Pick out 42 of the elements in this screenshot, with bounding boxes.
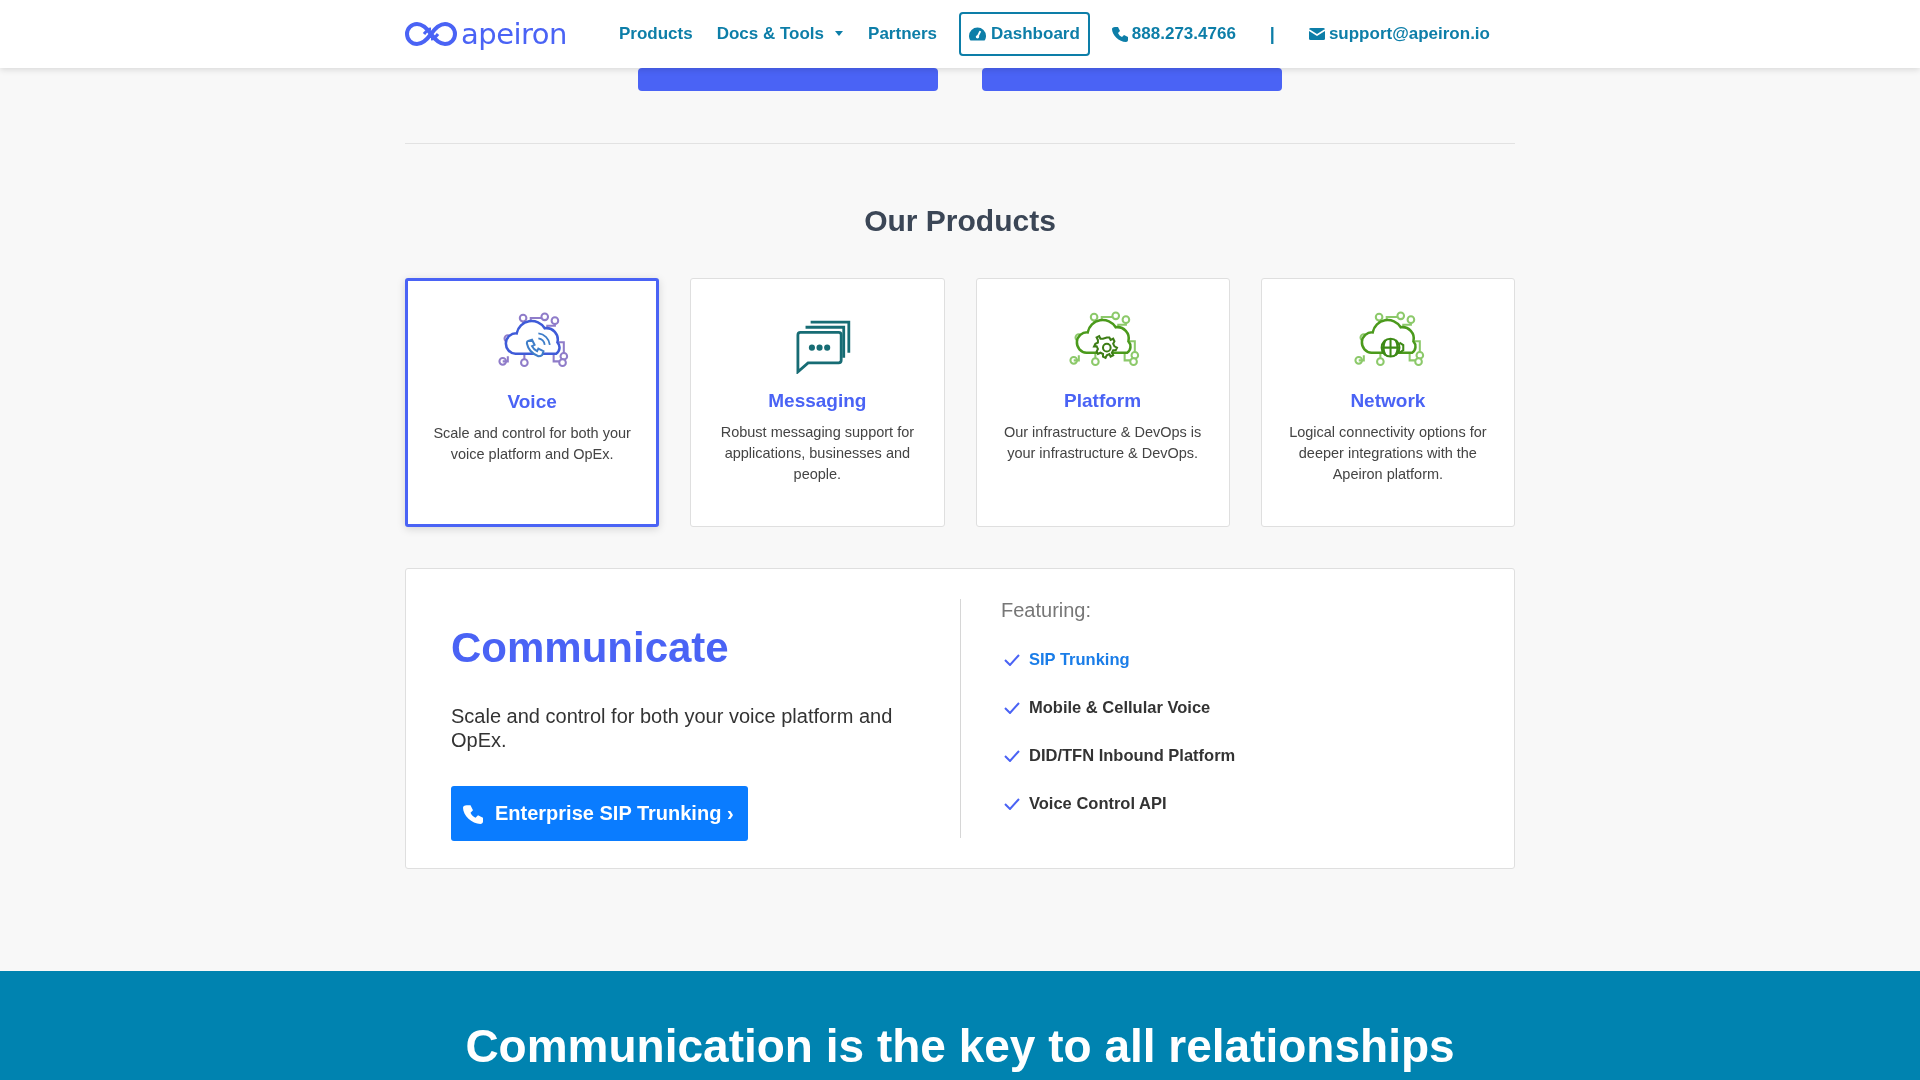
- check-icon: [1004, 749, 1020, 762]
- card-description: Scale and control for both your voice platform and OpEx.: [432, 424, 632, 464]
- product-card[interactable]: Messaging Robust messaging support for applications, businesses and people.: [690, 278, 945, 527]
- product-card[interactable]: Voice Scale and control for both your voice platform and OpEx.: [405, 278, 660, 527]
- featuring-label: Featuring:: [1001, 599, 1093, 622]
- envelope-icon: [1308, 26, 1325, 42]
- product-card[interactable]: Platform Our infrastructure & DevOps is your infrastructure & DevOps.: [975, 278, 1230, 527]
- enterprise-sip-trunking-button[interactable]: Enterprise SIP Trunking ›: [451, 786, 748, 841]
- panel-description: Scale and control for both your voice platform and OpEx.: [451, 704, 894, 752]
- product-card[interactable]: Network Logical connectivity options for deeper integrations with the Apeiron platform.: [1260, 278, 1515, 527]
- separator: |: [1269, 23, 1275, 45]
- dashboard-button[interactable]: Dashboard: [959, 12, 1090, 56]
- gauge-icon: [969, 27, 987, 41]
- logo[interactable]: apeiron: [405, 17, 567, 51]
- card-title: Messaging: [768, 390, 867, 412]
- hero-button[interactable]: [638, 68, 938, 91]
- feature-link[interactable]: SIP Trunking: [1029, 650, 1130, 669]
- card-title: Network: [1350, 390, 1426, 412]
- feature-item: DID/TFN Inbound Platform: [1029, 746, 1236, 765]
- card-description: Logical connectivity options for deeper integrations with the Apeiron platform.: [1288, 423, 1488, 484]
- hero-button[interactable]: [982, 68, 1282, 91]
- section-title: Our Products: [863, 204, 1057, 238]
- nav-link[interactable]: Partners: [868, 24, 938, 44]
- check-icon: [1004, 653, 1020, 666]
- banner-heading: Communication is the key to all relationships: [464, 1019, 1456, 1073]
- caret-icon: [834, 31, 845, 37]
- card-description: Robust messaging support for applications, businesses and people.: [719, 423, 916, 484]
- panel-title: Communicate: [451, 624, 730, 672]
- email-link[interactable]: support@apeiron.io: [1308, 24, 1490, 44]
- check-icon: [1004, 701, 1020, 714]
- nav-link[interactable]: Products: [619, 24, 693, 44]
- feature-item: Voice Control API: [1029, 794, 1167, 813]
- nav-dropdown[interactable]: Docs & Tools: [716, 24, 845, 44]
- card-description: Our infrastructure & DevOps is your infrastructure & DevOps.: [1002, 423, 1203, 463]
- logo-icon: [405, 19, 457, 49]
- card-title: Platform: [1064, 390, 1142, 412]
- card-title: Voice: [507, 391, 557, 413]
- feature-item: Mobile & Cellular Voice: [1029, 698, 1211, 717]
- phone-link[interactable]: 888.273.4766: [1111, 24, 1236, 44]
- check-icon: [1004, 797, 1020, 810]
- phone-icon: [1111, 26, 1128, 42]
- phone-icon: [463, 803, 483, 824]
